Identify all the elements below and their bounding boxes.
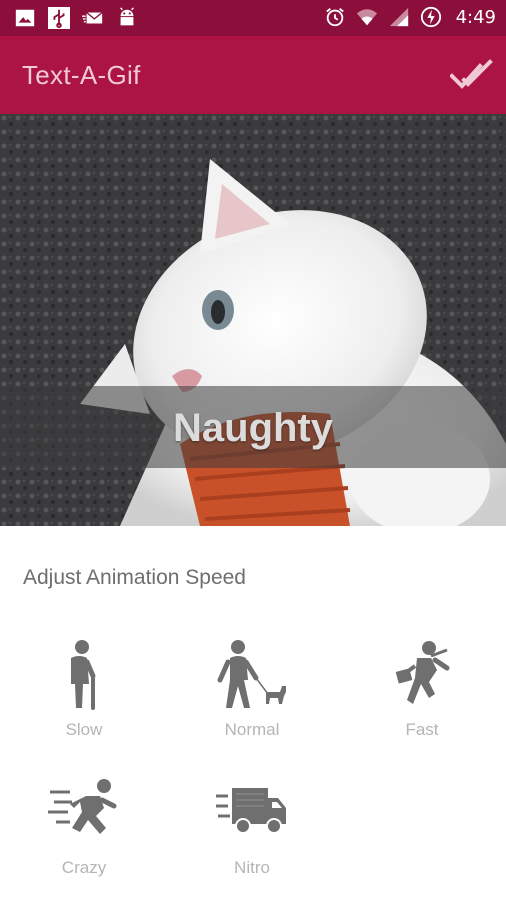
gif-preview[interactable]: Naughty <box>0 114 506 526</box>
caption-text[interactable]: Naughty <box>0 406 506 451</box>
speed-option-crazy[interactable]: Crazy <box>14 778 154 898</box>
speed-section-title: Adjust Animation Speed <box>23 566 246 589</box>
signal-icon <box>389 7 408 27</box>
status-bar: 4:49 <box>0 0 506 36</box>
speed-option-slow[interactable]: Slow <box>14 640 154 760</box>
speed-option-fast[interactable]: Fast <box>352 640 492 760</box>
done-all-icon[interactable] <box>450 58 494 92</box>
speed-option-nitro[interactable]: Nitro <box>182 778 322 898</box>
speed-label-normal: Normal <box>224 720 280 739</box>
battery-charging-icon <box>420 6 441 28</box>
app-bar: Text-A-Gif <box>0 36 506 114</box>
android-icon <box>120 7 134 26</box>
status-time: 4:49 <box>455 6 496 28</box>
fast-truck-icon <box>216 788 286 834</box>
alarm-icon <box>325 8 344 27</box>
speed-label-fast: Fast <box>405 720 439 739</box>
mail-icon <box>82 11 103 24</box>
elderly-person-icon <box>71 640 96 710</box>
running-businessman-icon <box>395 641 450 704</box>
app-title: Text-A-Gif <box>22 60 141 90</box>
person-walking-dog-icon <box>217 640 286 708</box>
speed-label-slow: Slow <box>65 720 103 739</box>
sprinting-person-icon <box>48 779 117 834</box>
usb-icon <box>48 7 70 29</box>
speed-label-crazy: Crazy <box>61 858 107 877</box>
wifi-icon <box>356 9 377 26</box>
speed-option-normal[interactable]: Normal <box>182 640 322 760</box>
speed-label-nitro: Nitro <box>234 858 270 877</box>
image-icon <box>15 9 35 27</box>
